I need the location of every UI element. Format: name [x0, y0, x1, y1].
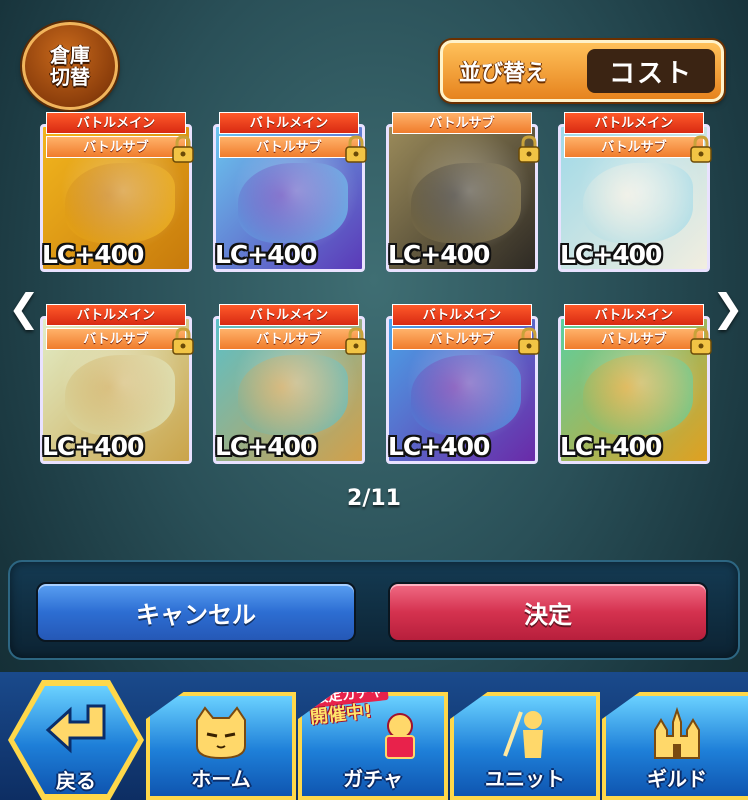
action-panel: キャンセル 決定 — [8, 560, 740, 660]
unit-lc-value: LC+400 — [560, 240, 662, 269]
lock-icon — [345, 135, 367, 163]
unit-role-tag: バトルメイン — [564, 304, 704, 326]
unit-lc-value: LC+400 — [560, 432, 662, 461]
lock-icon — [690, 135, 712, 163]
nav-unit-label: ユニット — [485, 767, 565, 791]
unit-role-tag: バトルサブ — [392, 328, 532, 350]
warehouse-toggle-label-line2: 切替 — [50, 65, 90, 89]
unit-role-tag: バトルサブ — [46, 328, 186, 350]
lock-icon — [345, 327, 367, 355]
next-page-arrow-icon[interactable]: ❯ — [712, 286, 744, 330]
unit-card[interactable]: バトルメイン バトルサブ LC+400 — [558, 304, 712, 464]
unit-creature-image — [411, 163, 521, 243]
unit-role-tag: バトルメイン — [46, 304, 186, 326]
unit-role-tag: バトルサブ — [219, 136, 359, 158]
return-arrow-icon — [45, 704, 106, 754]
back-button[interactable]: 戻る — [8, 680, 144, 800]
unit-card[interactable]: バトルメイン バトルサブ LC+400 — [40, 112, 194, 272]
warehouse-toggle-button[interactable]: 倉庫 切替 — [22, 22, 118, 110]
gacha-banner-line2: 開催中! — [309, 700, 374, 729]
sort-value[interactable]: コスト — [587, 49, 715, 93]
lock-icon — [518, 135, 540, 163]
unit-role-tag: バトルサブ — [392, 112, 532, 134]
page-indicator: 2/11 — [347, 486, 401, 511]
nav-unit[interactable]: ユニット — [450, 692, 600, 800]
unit-creature-image — [583, 355, 693, 435]
lock-icon — [172, 135, 194, 163]
lock-icon — [518, 327, 540, 355]
gacha-event-banner: 限定ガチャ 開催中! — [309, 692, 428, 729]
unit-lc-value: LC+400 — [215, 432, 317, 461]
unit-role-tag: バトルサブ — [219, 328, 359, 350]
nav-home-label: ホーム — [191, 767, 251, 791]
unit-role-tag: バトルメイン — [219, 304, 359, 326]
unit-creature-image — [238, 355, 348, 435]
castle-icon — [654, 706, 700, 759]
lock-icon — [690, 327, 712, 355]
unit-creature-image — [65, 355, 175, 435]
nav-guild-label: ギルド — [647, 767, 707, 791]
unit-card[interactable]: バトルメイン バトルサブ LC+400 — [386, 304, 540, 464]
nav-gacha-label: ガチャ — [343, 767, 403, 791]
sort-control[interactable]: 並び替え コスト — [440, 40, 724, 102]
unit-role-tag: バトルメイン — [219, 112, 359, 134]
unit-role-tag: バトルサブ — [564, 136, 704, 158]
nav-guild[interactable]: ギルド — [602, 692, 748, 800]
unit-creature-image — [583, 163, 693, 243]
unit-role-tag: バトルサブ — [46, 136, 186, 158]
unit-lc-value: LC+400 — [42, 432, 144, 461]
confirm-button[interactable]: 決定 — [388, 582, 708, 642]
unit-card[interactable]: バトルサブ LC+400 — [386, 112, 540, 272]
back-button-label: 戻る — [56, 769, 96, 793]
sort-label: 並び替え — [459, 61, 548, 86]
unit-card[interactable]: バトルメイン バトルサブ LC+400 — [213, 112, 367, 272]
unit-creature-image — [65, 163, 175, 243]
unit-card[interactable]: バトルメイン バトルサブ LC+400 — [40, 304, 194, 464]
prev-page-arrow-icon[interactable]: ❮ — [8, 286, 40, 330]
nav-gacha[interactable]: 限定ガチャ 開催中! ガチャ — [298, 692, 448, 800]
swordsman-icon — [503, 711, 543, 758]
unit-role-tag: バトルメイン — [46, 112, 186, 134]
warehouse-toggle-label-line1: 倉庫 — [50, 43, 90, 67]
unit-role-tag: バトルサブ — [564, 328, 704, 350]
unit-lc-value: LC+400 — [215, 240, 317, 269]
unit-lc-value: LC+400 — [388, 240, 490, 269]
cancel-button[interactable]: キャンセル — [36, 582, 356, 642]
unit-role-tag: バトルメイン — [392, 304, 532, 326]
unit-card[interactable]: バトルメイン バトルサブ LC+400 — [558, 112, 712, 272]
unit-creature-image — [238, 163, 348, 243]
nav-home[interactable]: ホーム — [146, 692, 296, 800]
lock-icon — [172, 327, 194, 355]
unit-role-tag: バトルメイン — [564, 112, 704, 134]
unit-creature-image — [411, 355, 521, 435]
unit-card[interactable]: バトルメイン バトルサブ LC+400 — [213, 304, 367, 464]
cat-face-icon — [196, 706, 246, 760]
unit-lc-value: LC+400 — [388, 432, 490, 461]
unit-lc-value: LC+400 — [42, 240, 144, 269]
